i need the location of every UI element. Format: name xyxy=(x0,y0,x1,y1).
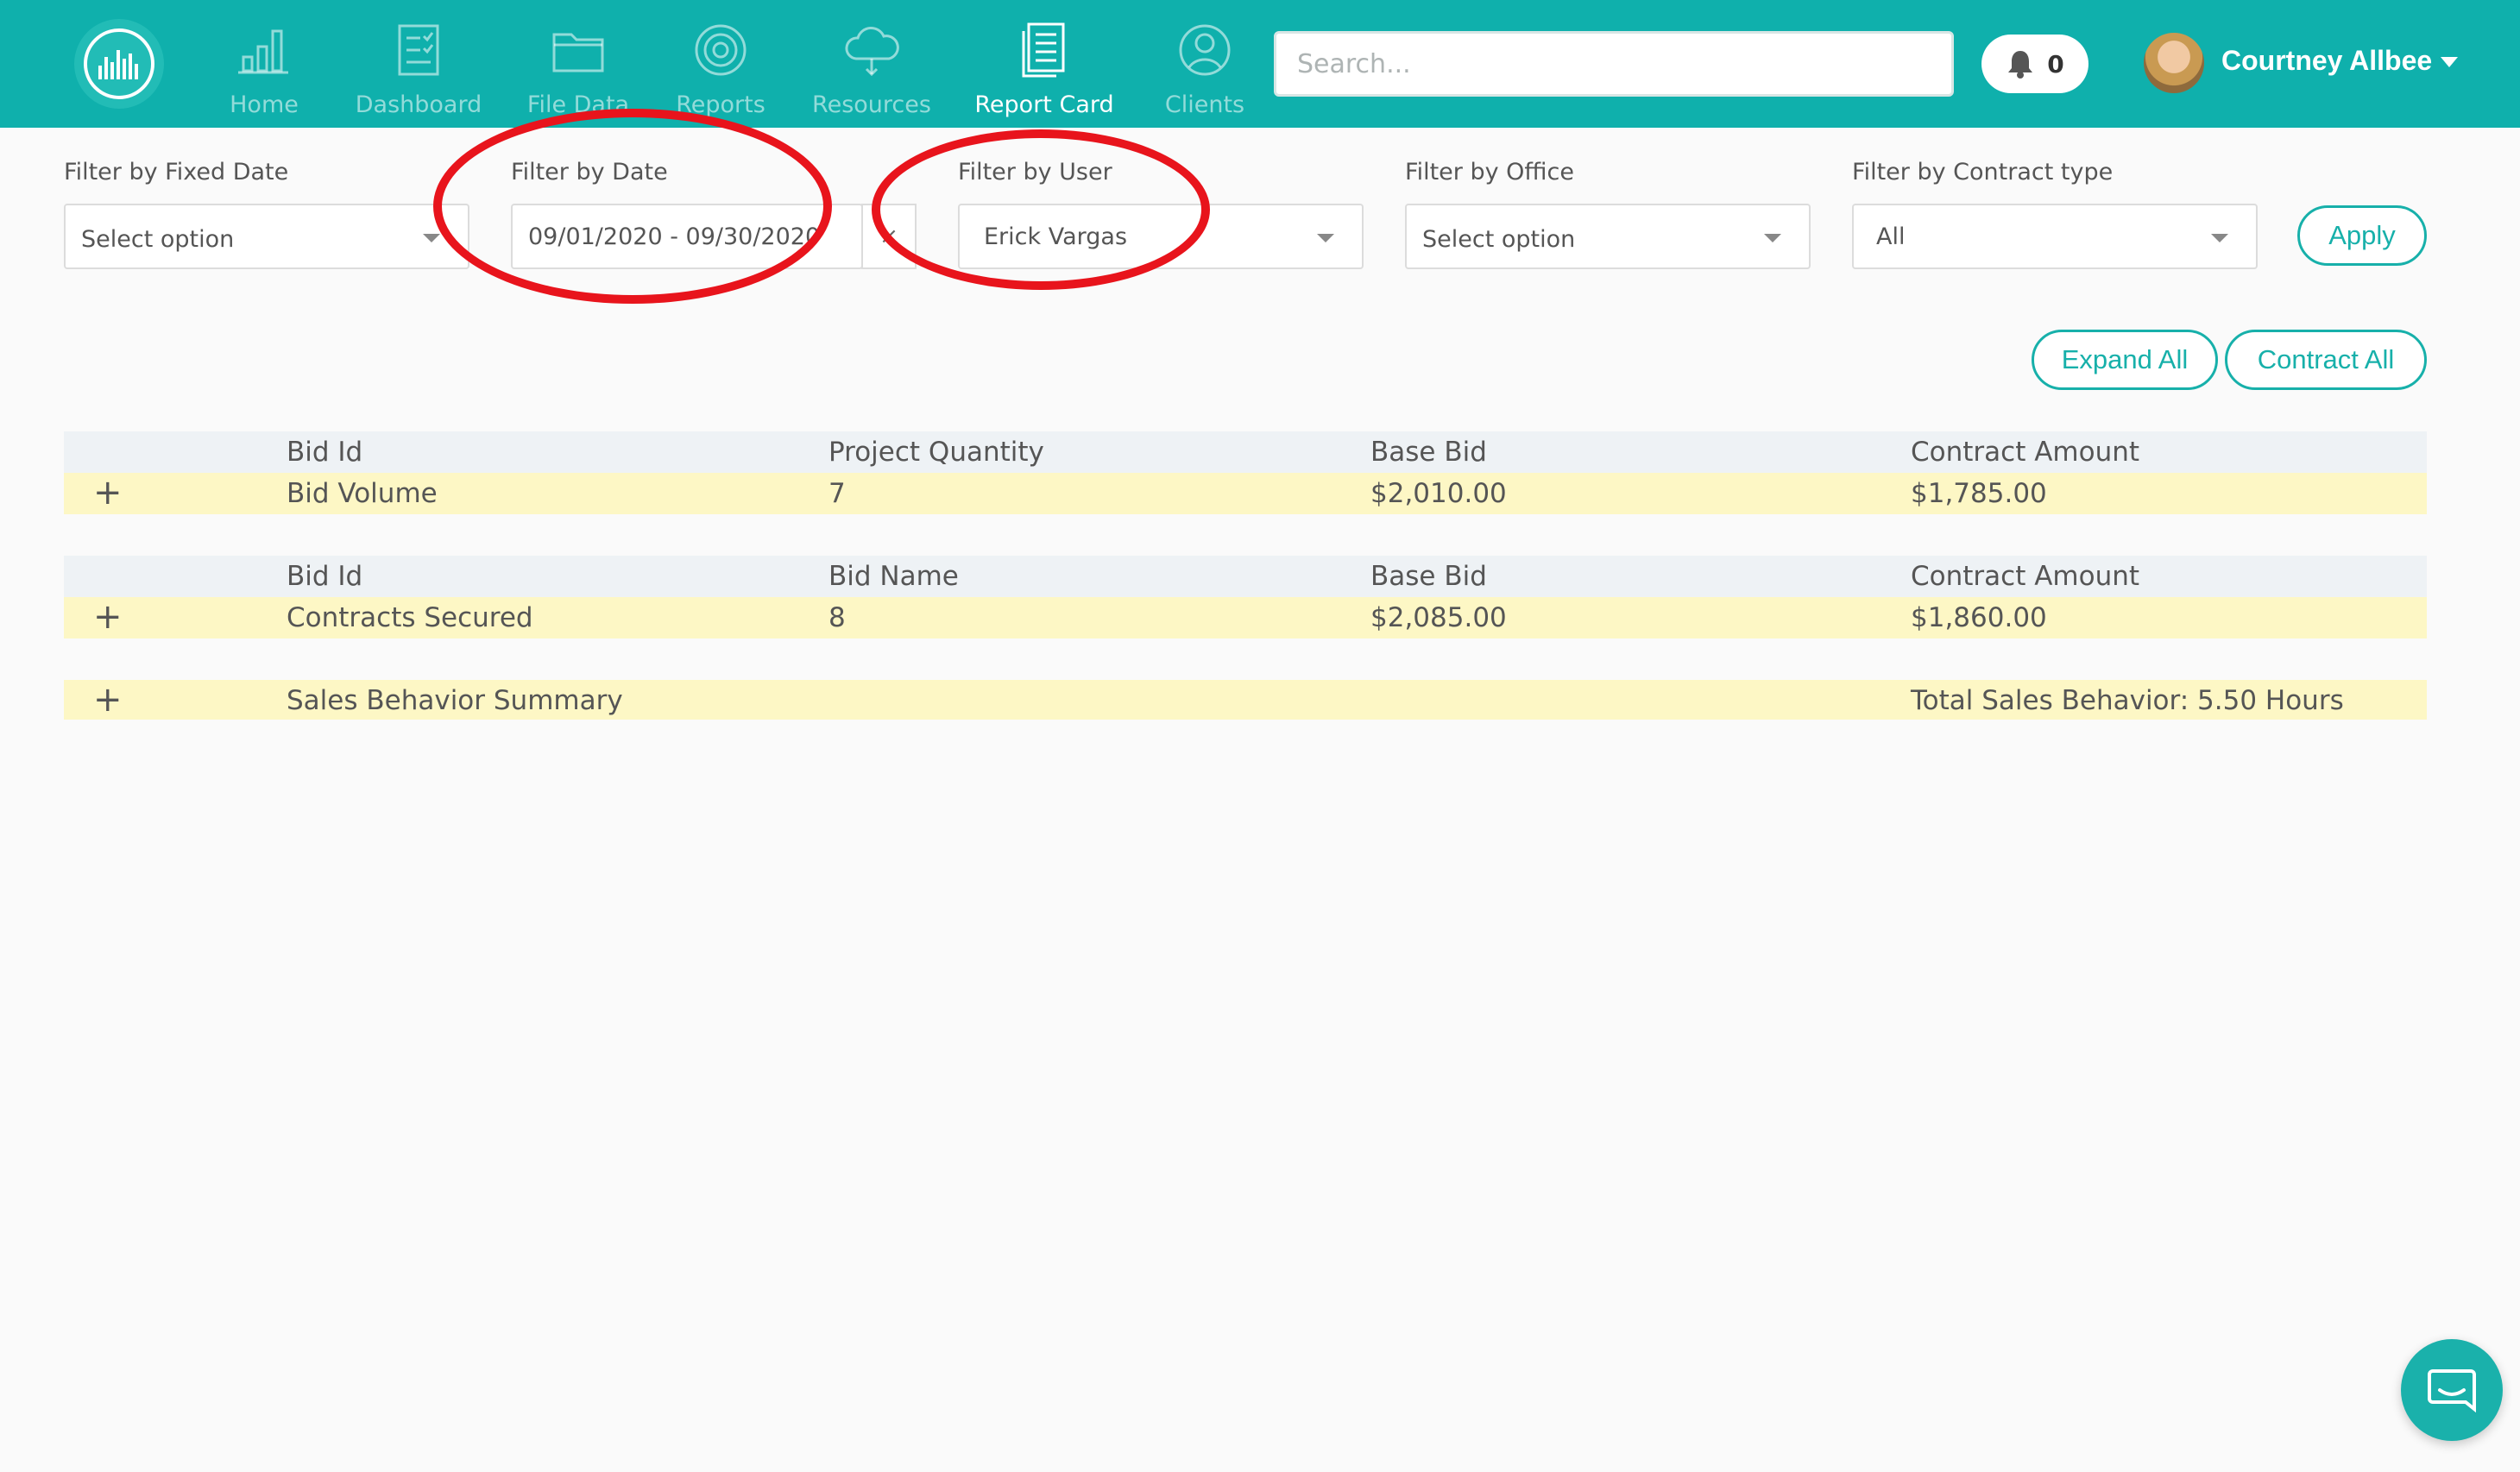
header-bid-id: Bid Id xyxy=(287,561,363,592)
apply-button-label: Apply xyxy=(2328,220,2396,250)
filter-fixed-date-label: Filter by Fixed Date xyxy=(64,159,289,186)
folder-icon xyxy=(552,33,604,72)
cell-base-bid: $2,085.00 xyxy=(1370,602,1507,633)
document-icon xyxy=(1022,22,1065,78)
nav-dashboard[interactable]: Dashboard xyxy=(354,21,483,121)
filter-contract-type-select[interactable]: All xyxy=(1852,204,2258,269)
contract-all-button[interactable]: Contract All xyxy=(2225,330,2427,390)
filter-date-label: Filter by Date xyxy=(511,159,668,186)
cell-bid-id: Bid Volume xyxy=(287,478,438,509)
chevron-down-icon xyxy=(1317,234,1334,242)
expand-all-label: Expand All xyxy=(2061,344,2189,374)
sales-behavior-total: Total Sales Behavior: 5.50 Hours xyxy=(1911,685,2344,716)
cell-bid-id: Contracts Secured xyxy=(287,602,533,633)
notifications-button[interactable]: 0 xyxy=(1981,35,2088,93)
bar-chart-icon xyxy=(238,29,288,74)
sales-behavior-table: + Sales Behavior Summary Total Sales Beh… xyxy=(64,680,2427,720)
nav-reports-label: Reports xyxy=(676,91,765,118)
chat-icon xyxy=(2428,1369,2476,1412)
nav-report-card[interactable]: Report Card xyxy=(974,21,1114,121)
date-clear-button[interactable]: × xyxy=(861,204,917,269)
nav-report-card-label: Report Card xyxy=(974,91,1114,118)
cell-contract-amount: $1,785.00 xyxy=(1911,478,2047,509)
nav-home[interactable]: Home xyxy=(221,21,307,121)
sales-behavior-title: Sales Behavior Summary xyxy=(287,685,623,716)
contracts-secured-table: Bid Id Bid Name Base Bid Contract Amount… xyxy=(64,556,2427,638)
target-icon xyxy=(695,24,747,76)
nav-file-data-label: File Data xyxy=(526,91,630,118)
header-contract-amount: Contract Amount xyxy=(1911,437,2140,468)
expand-row-icon[interactable]: + xyxy=(93,680,123,720)
expand-all-button[interactable]: Expand All xyxy=(2032,330,2218,390)
nav-clients-label: Clients xyxy=(1164,91,1245,118)
table-row[interactable]: + Contracts Secured 8 $2,085.00 $1,860.0… xyxy=(64,597,2427,638)
app-logo[interactable] xyxy=(74,19,164,109)
bell-icon xyxy=(2008,51,2033,79)
user-name[interactable]: Courtney Allbee xyxy=(2221,45,2432,77)
avatar[interactable] xyxy=(2144,33,2204,93)
expand-row-icon[interactable]: + xyxy=(93,473,123,513)
filter-office-select[interactable]: Select option xyxy=(1405,204,1811,269)
logo-icon xyxy=(84,28,154,99)
search-input[interactable] xyxy=(1274,31,1954,97)
checklist-icon xyxy=(398,24,439,76)
expand-row-icon[interactable]: + xyxy=(93,597,123,637)
header-bid-id: Bid Id xyxy=(287,437,363,468)
nav-clients[interactable]: Clients xyxy=(1162,21,1248,121)
header-base-bid: Base Bid xyxy=(1370,437,1487,468)
filter-fixed-date-value: Select option xyxy=(81,225,235,253)
filter-contract-type-label: Filter by Contract type xyxy=(1852,159,2114,186)
cloud-icon xyxy=(845,27,899,77)
bid-volume-table: Bid Id Project Quantity Base Bid Contrac… xyxy=(64,431,2427,514)
table-row[interactable]: + Bid Volume 7 $2,010.00 $1,785.00 xyxy=(64,473,2427,514)
table-header-row: Bid Id Bid Name Base Bid Contract Amount xyxy=(64,556,2427,597)
table-header-row: Bid Id Project Quantity Base Bid Contrac… xyxy=(64,431,2427,473)
filter-user-select[interactable]: Erick Vargas xyxy=(958,204,1364,269)
nav-dashboard-label: Dashboard xyxy=(355,91,482,118)
filter-date-value: 09/01/2020 - 09/30/2020 xyxy=(528,223,821,250)
clear-icon: × xyxy=(879,223,898,249)
chevron-down-icon xyxy=(423,234,440,242)
cell-contract-amount: $1,860.00 xyxy=(1911,602,2047,633)
filter-date-range-input[interactable]: 09/01/2020 - 09/30/2020 xyxy=(511,204,863,269)
filter-fixed-date-select[interactable]: Select option xyxy=(64,204,469,269)
contract-all-label: Contract All xyxy=(2257,344,2395,374)
chevron-down-icon xyxy=(2211,234,2228,242)
nav-file-data[interactable]: File Data xyxy=(526,21,630,121)
table-row[interactable]: + Sales Behavior Summary Total Sales Beh… xyxy=(64,680,2427,720)
user-circle-icon xyxy=(1179,24,1231,76)
cell-bid-name: 8 xyxy=(828,602,846,633)
notification-count: 0 xyxy=(2047,49,2064,79)
chat-launcher-button[interactable] xyxy=(2401,1339,2503,1441)
cell-project-quantity: 7 xyxy=(828,478,846,509)
header-base-bid: Base Bid xyxy=(1370,561,1487,592)
header-bid-name: Bid Name xyxy=(828,561,959,592)
filter-user-label: Filter by User xyxy=(958,159,1112,186)
filter-office-value: Select option xyxy=(1422,225,1576,253)
filter-contract-type-value: All xyxy=(1876,223,1906,250)
apply-button[interactable]: Apply xyxy=(2297,205,2427,266)
nav-reports[interactable]: Reports xyxy=(673,21,768,121)
filter-user-value: Erick Vargas xyxy=(984,223,1128,250)
user-menu-caret-icon[interactable] xyxy=(2441,57,2458,67)
top-navigation-bar: Home Dashboard File Data Reports Resourc… xyxy=(0,0,2520,128)
nav-resources[interactable]: Resources xyxy=(811,21,932,121)
header-project-quantity: Project Quantity xyxy=(828,437,1044,468)
nav-resources-label: Resources xyxy=(812,91,931,118)
header-contract-amount: Contract Amount xyxy=(1911,561,2140,592)
cell-base-bid: $2,010.00 xyxy=(1370,478,1507,509)
filter-office-label: Filter by Office xyxy=(1405,159,1574,186)
chevron-down-icon xyxy=(1764,234,1781,242)
nav-home-label: Home xyxy=(230,91,299,118)
